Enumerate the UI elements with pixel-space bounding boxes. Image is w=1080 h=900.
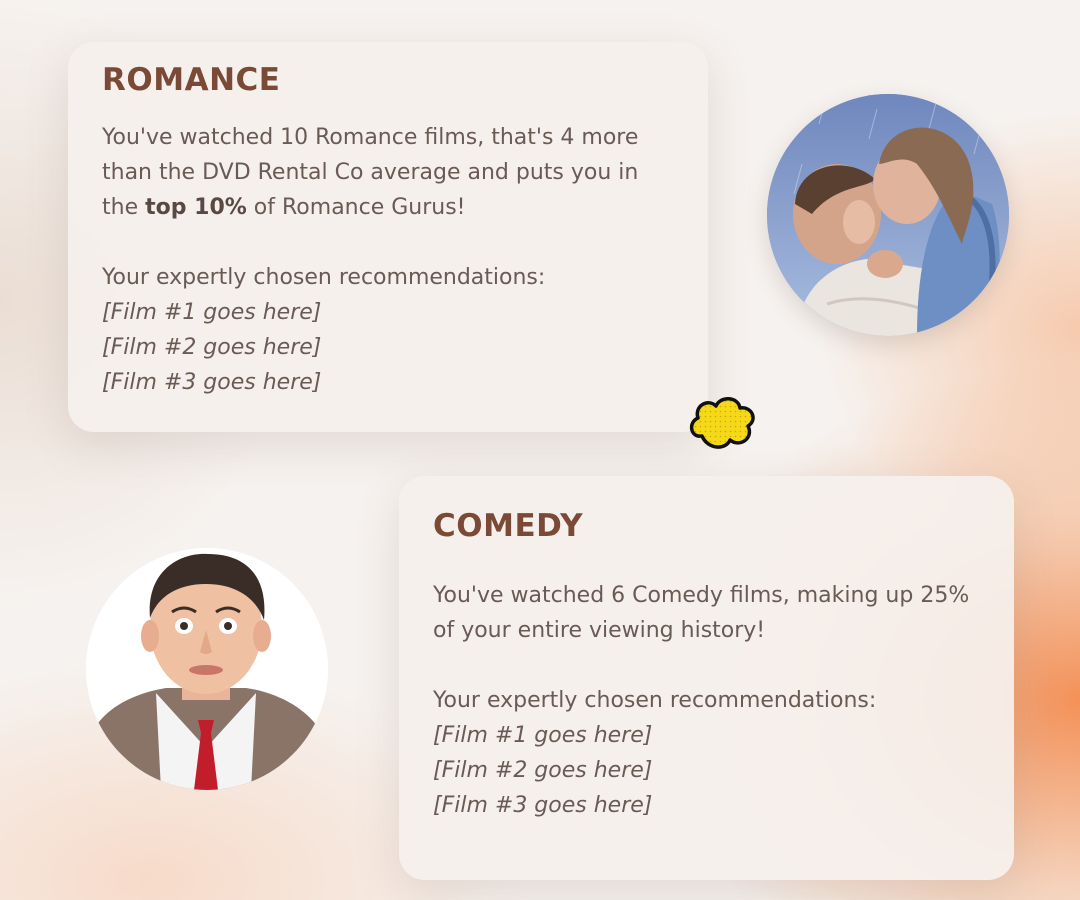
romance-stats-highlight: top 10% bbox=[145, 195, 247, 220]
romance-recommendation-1: [Film #1 goes here] bbox=[102, 300, 322, 325]
comedy-recommend-heading: Your expertly chosen recommendations: bbox=[433, 688, 877, 713]
romance-recommendation-3: [Film #3 goes here] bbox=[102, 370, 322, 395]
comedy-title: COMEDY bbox=[433, 508, 584, 544]
comedy-recommendation-2: [Film #2 goes here] bbox=[433, 758, 653, 783]
romance-recommend-heading: Your expertly chosen recommendations: bbox=[102, 265, 546, 290]
romance-title: ROMANCE bbox=[102, 62, 281, 98]
romance-recommendation-list: [Film #1 goes here] [Film #2 goes here] … bbox=[102, 295, 674, 400]
comedy-card: COMEDY You've watched 6 Comedy films, ma… bbox=[399, 476, 1014, 880]
comedy-recommendation-3: [Film #3 goes here] bbox=[433, 793, 653, 818]
comedy-stats: You've watched 6 Comedy films, making up… bbox=[433, 583, 970, 643]
comedian-portrait-photo bbox=[86, 548, 328, 790]
comedy-photo bbox=[86, 548, 328, 790]
romance-recommendation-2: [Film #2 goes here] bbox=[102, 335, 322, 360]
romance-stats: You've watched 10 Romance films, that's … bbox=[102, 120, 674, 225]
popcorn-icon bbox=[688, 394, 758, 452]
comedy-recommendation-list: [Film #1 goes here] [Film #2 goes here] … bbox=[433, 718, 980, 823]
romance-card: ROMANCE You've watched 10 Romance films,… bbox=[68, 42, 708, 432]
popcorn-shape bbox=[689, 397, 755, 449]
couple-kissing-in-rain-photo bbox=[767, 94, 1009, 336]
romance-photo bbox=[767, 94, 1009, 336]
romance-stats-tail: of Romance Gurus! bbox=[246, 195, 466, 220]
comedy-recommendation-1: [Film #1 goes here] bbox=[433, 723, 653, 748]
